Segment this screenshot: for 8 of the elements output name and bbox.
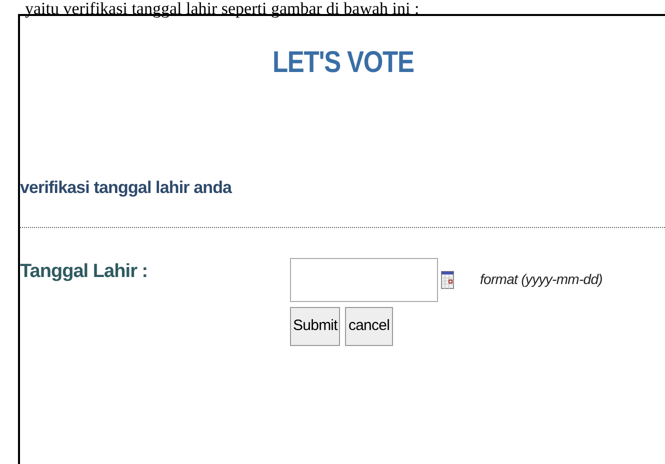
- calendar-icon[interactable]: [441, 270, 454, 288]
- field-label: Tanggal Lahir :: [20, 260, 149, 284]
- cancel-button[interactable]: cancel: [345, 306, 393, 346]
- format-hint: format (yyyy-mm-dd): [480, 270, 602, 289]
- page-title: LET'S VOTE: [272, 45, 414, 81]
- submit-button[interactable]: Submit: [290, 306, 340, 346]
- date-field[interactable]: [290, 258, 438, 302]
- section-heading: verifikasi tanggal lahir anda: [20, 177, 233, 199]
